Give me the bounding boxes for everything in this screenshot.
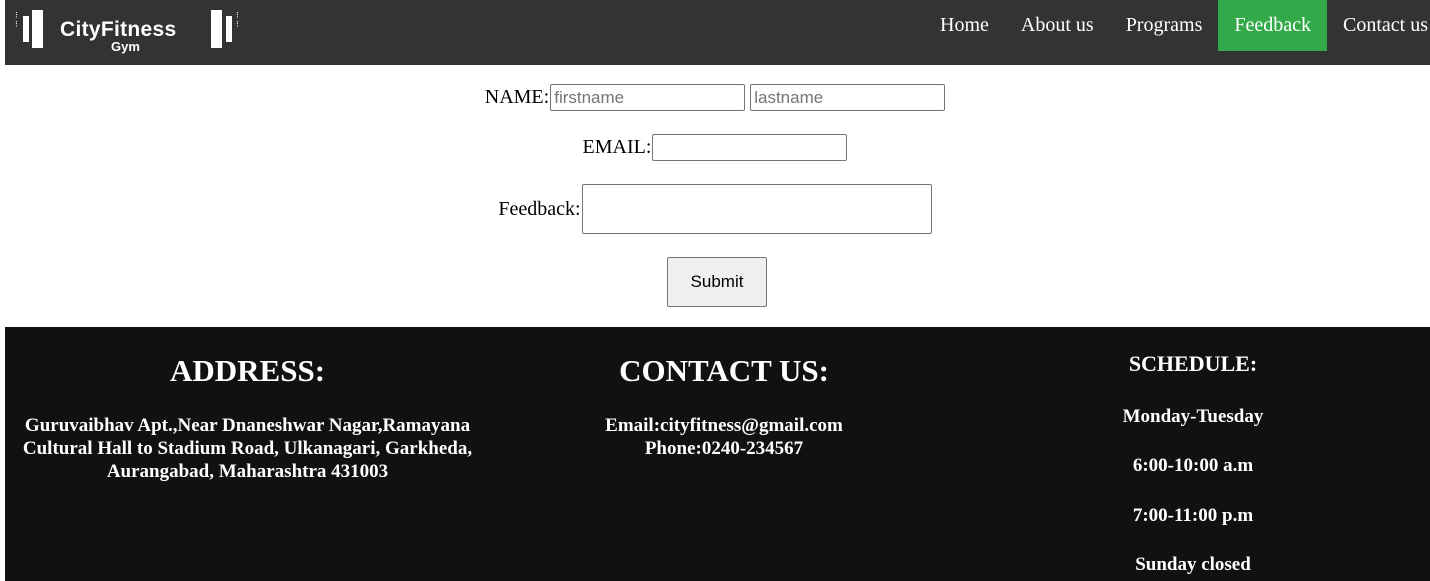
schedule-heading: SCHEDULE: xyxy=(1128,351,1258,376)
feedback-label: Feedback: xyxy=(498,197,581,220)
footer: ADDRESS: Guruvaibhav Apt.,Near Dnaneshwa… xyxy=(5,327,1430,581)
nav-about-us[interactable]: About us xyxy=(1005,0,1110,51)
lastname-input[interactable] xyxy=(750,84,946,111)
brand-tagline: Gym xyxy=(111,39,140,54)
nav-menu: Home About us Programs Feedback Contact … xyxy=(924,0,1430,51)
schedule-days: Monday-Tuesday xyxy=(1122,406,1264,427)
schedule-evening: 7:00-11:00 p.m xyxy=(1132,505,1254,526)
top-navbar: ⁝ ⁝ CityFitness Gym ⁝ ⁝ Home About us Prog… xyxy=(5,0,1430,65)
nav-home[interactable]: Home xyxy=(924,0,1005,51)
email-input[interactable] xyxy=(652,134,848,161)
schedule-morning: 6:00-10:00 a.m xyxy=(1132,455,1254,476)
contact-section: CONTACT US: Email:cityfitness@gmail.com … xyxy=(599,353,849,460)
address-line-3: Aurangabad, Maharashtra 431003 xyxy=(106,461,389,482)
name-row: NAME: xyxy=(0,84,1430,111)
address-section: ADDRESS: Guruvaibhav Apt.,Near Dnaneshwa… xyxy=(5,353,490,483)
logo-dots-left: ⁝ ⁝ xyxy=(15,11,18,30)
nav-programs[interactable]: Programs xyxy=(1110,0,1219,51)
firstname-input[interactable] xyxy=(550,84,746,111)
schedule-sunday: Sunday closed xyxy=(1135,554,1251,575)
brand-logo[interactable]: ⁝ ⁝ CityFitness Gym ⁝ ⁝ xyxy=(15,8,255,54)
nav-contact-us[interactable]: Contact us xyxy=(1327,0,1430,51)
submit-button[interactable]: Submit xyxy=(667,257,767,307)
contact-phone: Phone:0240-234567 xyxy=(644,438,804,459)
email-row: EMAIL: xyxy=(0,134,1430,161)
logo-plate xyxy=(32,10,43,48)
contact-heading: CONTACT US: xyxy=(619,353,829,388)
address-heading: ADDRESS: xyxy=(169,353,326,388)
email-label: EMAIL: xyxy=(582,136,652,158)
name-label: NAME: xyxy=(484,86,550,108)
feedback-row: Feedback: xyxy=(0,184,1430,234)
logo-plate xyxy=(211,10,222,48)
schedule-section: SCHEDULE: Monday-Tuesday 6:00-10:00 a.m … xyxy=(1093,351,1293,581)
logo-bar xyxy=(226,16,232,42)
address-line-2: Cultural Hall to Stadium Road, Ulkanagar… xyxy=(22,438,473,459)
contact-email: Email:cityfitness@gmail.com xyxy=(605,415,843,436)
logo-dots-right: ⁝ ⁝ xyxy=(236,11,239,30)
address-line-1: Guruvaibhav Apt.,Near Dnaneshwar Nagar,R… xyxy=(24,415,471,436)
feedback-textarea[interactable] xyxy=(581,184,932,234)
nav-feedback[interactable]: Feedback xyxy=(1218,0,1327,51)
logo-bar xyxy=(23,16,29,42)
